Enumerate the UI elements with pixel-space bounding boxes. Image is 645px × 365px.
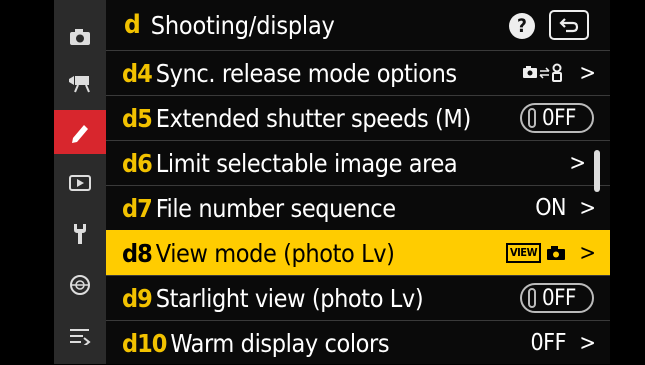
toggle-knob: [528, 288, 536, 308]
row-code: d8: [122, 238, 153, 268]
row-label: Limit selectable image area: [155, 148, 458, 178]
menu-code: d: [124, 10, 141, 40]
row-code: d6: [122, 148, 153, 178]
toggle-knob: [528, 108, 536, 128]
row-value: 0FF: [530, 330, 567, 356]
off-toggle[interactable]: 0FF: [520, 103, 594, 133]
menu-row-d9[interactable]: d9 Starlight view (photo Lv) 0FF: [106, 275, 610, 320]
return-icon: [559, 18, 579, 33]
camera-icon: [70, 29, 90, 45]
sidebar-item-photo-shooting[interactable]: [54, 15, 106, 59]
chevron-right-icon: >: [579, 60, 596, 86]
pencil-icon: [72, 125, 88, 143]
row-label: File number sequence: [155, 193, 396, 223]
chevron-right-icon: >: [569, 150, 586, 176]
row-value: 0FF: [520, 96, 594, 140]
sidebar-item-custom-settings[interactable]: [54, 110, 106, 154]
my-menu-icon: [70, 329, 91, 345]
row-code: d5: [122, 103, 153, 133]
row-code: d10: [122, 328, 167, 358]
menu-row-d8[interactable]: d8 View mode (photo Lv) VIEW >: [106, 230, 610, 275]
page-title: Shooting/display: [150, 10, 335, 40]
menu-row-d10[interactable]: d10 Warm display colors 0FF >: [106, 320, 610, 365]
row-value: ON: [535, 195, 566, 221]
wrench-icon: [74, 224, 86, 244]
sidebar-item-movie-shooting[interactable]: [54, 61, 106, 105]
menu-sidebar: [54, 0, 106, 364]
off-toggle[interactable]: 0FF: [520, 283, 594, 313]
row-label: Sync. release mode options: [155, 58, 457, 88]
chevron-right-icon: >: [579, 240, 596, 266]
menu-row-d5[interactable]: d5 Extended shutter speeds (M) 0FF: [106, 95, 610, 140]
movie-icon: [69, 76, 90, 93]
sync-release-icon: [522, 51, 566, 95]
row-label: Warm display colors: [170, 328, 390, 358]
network-icon: [70, 275, 90, 295]
row-code: d7: [122, 193, 153, 223]
menu-row-d7[interactable]: d7 File number sequence ON >: [106, 185, 610, 230]
camera-icon: [547, 246, 565, 260]
toggle-label: 0FF: [542, 105, 576, 131]
row-label: Extended shutter speeds (M): [155, 103, 471, 133]
row-code: d4: [122, 58, 153, 88]
sidebar-item-playback[interactable]: [54, 161, 106, 205]
chevron-right-icon: >: [579, 330, 596, 356]
row-value: 0FF: [520, 276, 594, 320]
view-badge: VIEW: [505, 243, 541, 263]
menu-row-d6[interactable]: d6 Limit selectable image area >: [106, 140, 610, 185]
playback-icon: [69, 175, 91, 191]
scrollbar[interactable]: [594, 150, 600, 192]
help-button[interactable]: ?: [509, 13, 535, 39]
toggle-label: 0FF: [542, 285, 576, 311]
row-label: View mode (photo Lv): [155, 238, 395, 268]
row-value: VIEW: [505, 231, 566, 275]
sidebar-item-my-menu[interactable]: [54, 314, 106, 358]
row-code: d9: [122, 283, 153, 313]
back-button[interactable]: [549, 10, 589, 40]
menu-main: d Shooting/display ? d4 Sync. release mo…: [106, 0, 610, 364]
menu-row-d4[interactable]: d4 Sync. release mode options >: [106, 50, 610, 95]
sidebar-item-network[interactable]: [54, 263, 106, 307]
row-label: Starlight view (photo Lv): [155, 283, 424, 313]
sidebar-item-setup[interactable]: [54, 212, 106, 256]
chevron-right-icon: >: [579, 195, 596, 221]
